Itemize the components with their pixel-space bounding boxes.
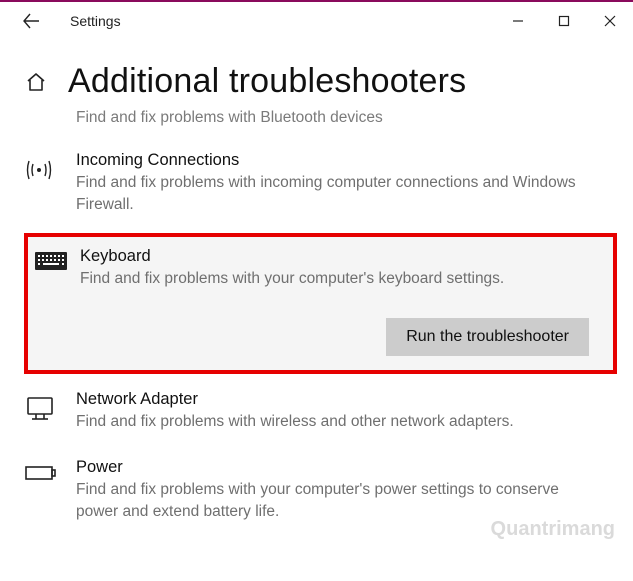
home-icon[interactable] [24,70,48,94]
page-header: Additional troubleshooters [0,40,633,111]
window-controls [495,2,633,40]
power-icon [24,458,76,524]
close-icon [604,15,616,27]
truncated-item-desc: Find and fix problems with Bluetooth dev… [24,109,621,141]
troubleshooter-power[interactable]: Power Find and fix problems with your co… [24,448,621,538]
minimize-button[interactable] [495,2,541,40]
minimize-icon [512,15,524,27]
keyboard-icon [28,247,80,290]
page-title: Additional troubleshooters [68,62,466,101]
item-title: Keyboard [80,247,587,266]
item-title: Power [76,458,597,477]
troubleshooter-list: Find and fix problems with Bluetooth dev… [0,109,633,538]
maximize-button[interactable] [541,2,587,40]
item-title: Incoming Connections [76,151,597,170]
arrow-left-icon [22,12,40,30]
window-title: Settings [70,13,495,29]
item-title: Network Adapter [76,390,597,409]
item-desc: Find and fix problems with your computer… [76,479,597,524]
back-button[interactable] [20,10,42,32]
titlebar: Settings [0,2,633,40]
troubleshooter-incoming-connections[interactable]: Incoming Connections Find and fix proble… [24,141,621,231]
run-troubleshooter-button[interactable]: Run the troubleshooter [386,318,589,356]
maximize-icon [558,15,570,27]
troubleshooter-network-adapter[interactable]: Network Adapter Find and fix problems wi… [24,380,621,447]
network-adapter-icon [24,390,76,433]
item-desc: Find and fix problems with your computer… [80,268,587,290]
close-button[interactable] [587,2,633,40]
incoming-connections-icon [24,151,76,217]
item-desc: Find and fix problems with wireless and … [76,411,597,433]
troubleshooter-keyboard-selected[interactable]: Keyboard Find and fix problems with your… [24,233,617,374]
item-desc: Find and fix problems with incoming comp… [76,172,597,217]
